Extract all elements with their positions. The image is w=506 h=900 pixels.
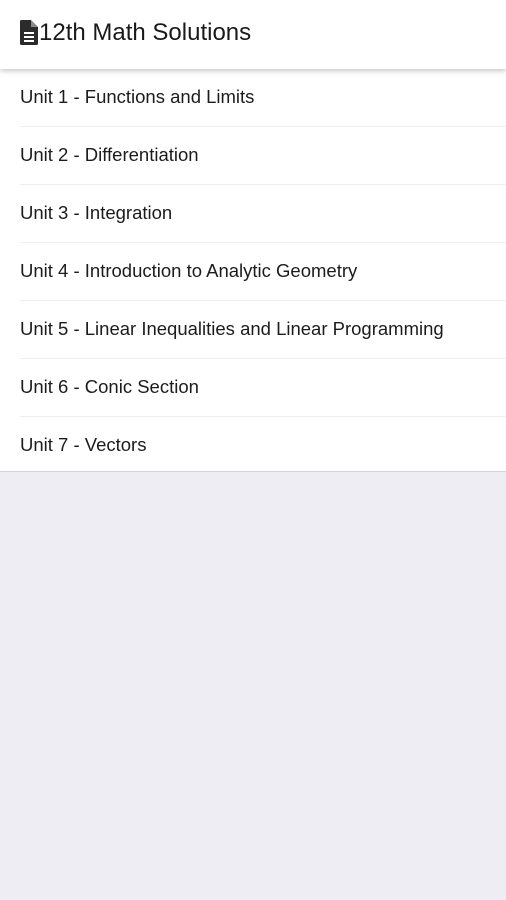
unit-list: Unit 1 - Functions and Limits Unit 2 - D…: [0, 69, 506, 472]
unit-list-item-1[interactable]: Unit 1 - Functions and Limits: [20, 69, 506, 127]
unit-label: Unit 6 - Conic Section: [20, 376, 199, 397]
unit-label: Unit 7 - Vectors: [20, 434, 147, 455]
document-icon: [20, 20, 38, 45]
unit-label: Unit 5 - Linear Inequalities and Linear …: [20, 318, 444, 339]
unit-list-item-2[interactable]: Unit 2 - Differentiation: [20, 127, 506, 185]
unit-label: Unit 3 - Integration: [20, 202, 173, 223]
unit-list-item-7[interactable]: Unit 7 - Vectors: [20, 417, 506, 475]
app-bar: 12th Math Solutions: [0, 0, 506, 69]
unit-label: Unit 4 - Introduction to Analytic Geomet…: [20, 260, 358, 281]
app-title: 12th Math Solutions: [39, 19, 252, 46]
unit-list-item-3[interactable]: Unit 3 - Integration: [20, 185, 506, 243]
unit-list-item-5[interactable]: Unit 5 - Linear Inequalities and Linear …: [20, 301, 506, 359]
unit-list-item-4[interactable]: Unit 4 - Introduction to Analytic Geomet…: [20, 243, 506, 301]
unit-label: Unit 2 - Differentiation: [20, 144, 199, 165]
unit-list-item-6[interactable]: Unit 6 - Conic Section: [20, 359, 506, 417]
unit-label: Unit 1 - Functions and Limits: [20, 86, 255, 107]
